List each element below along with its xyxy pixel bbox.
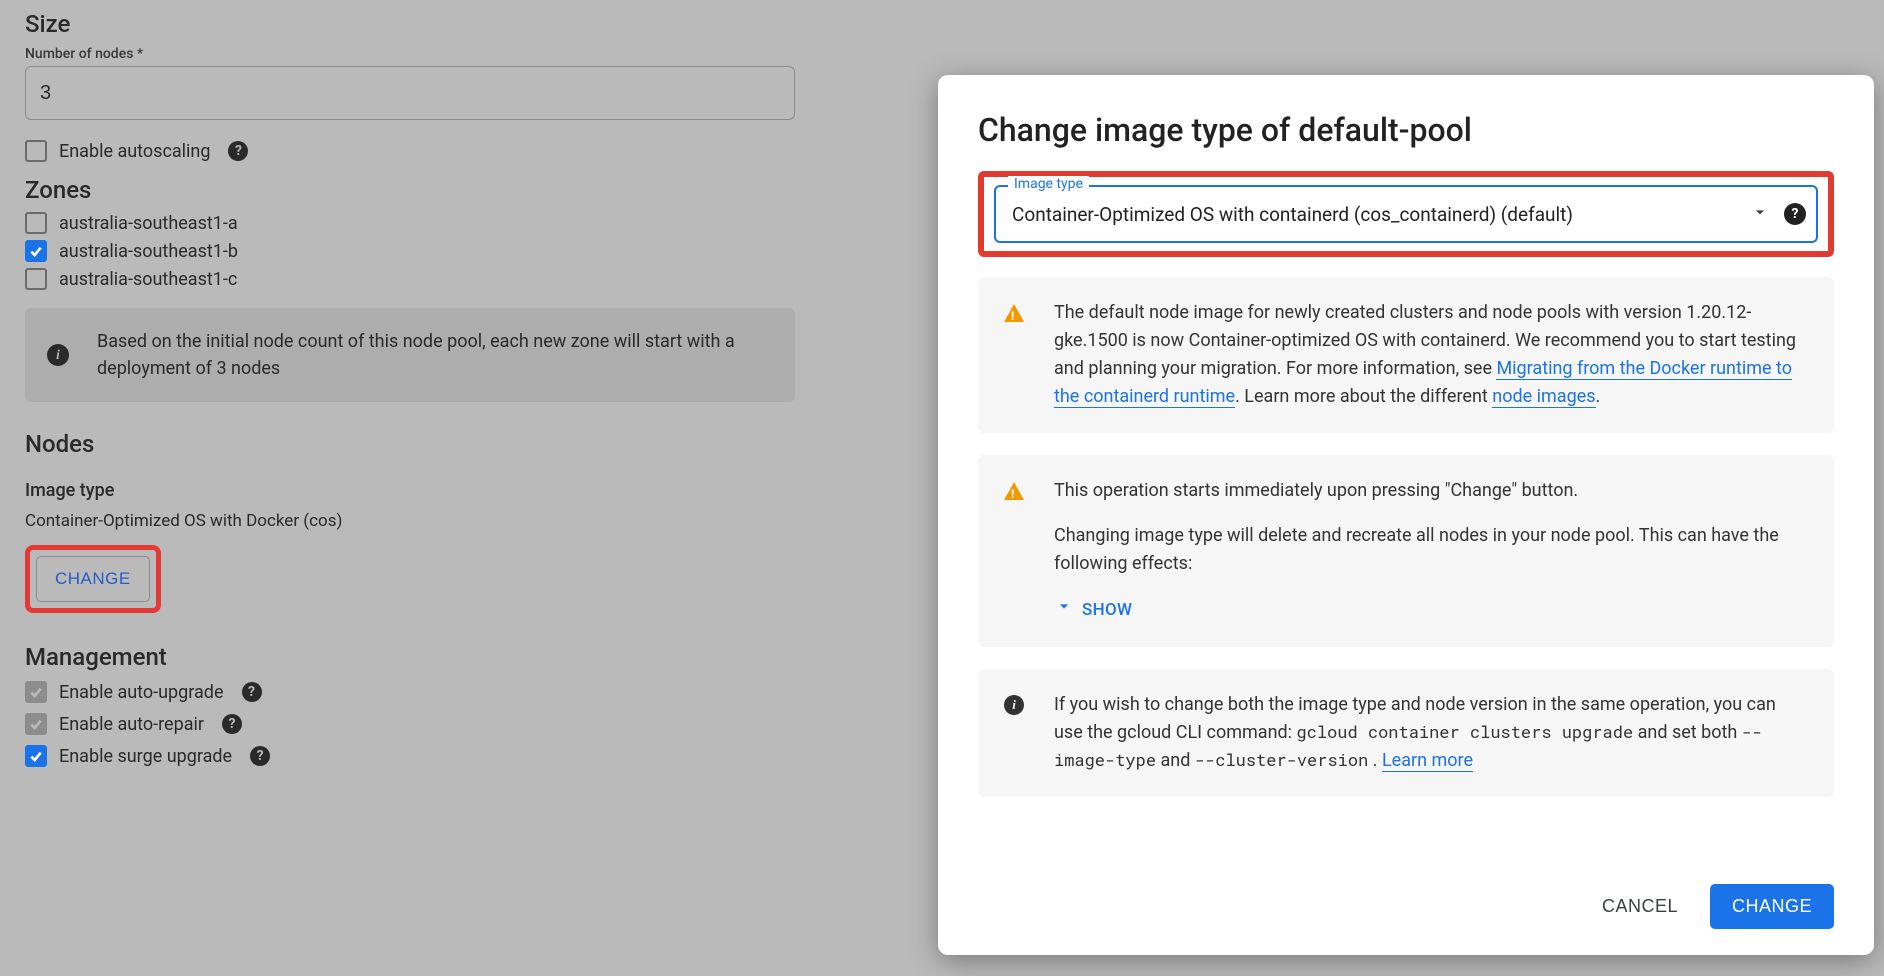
help-icon[interactable]: ? — [1784, 203, 1806, 225]
zones-heading: Zones — [25, 176, 812, 204]
auto-repair-checkbox — [25, 713, 47, 735]
auto-upgrade-label: Enable auto-upgrade — [59, 682, 224, 703]
zone-b-label: australia-southeast1-b — [59, 241, 238, 262]
image-type-value: Container-Optimized OS with Docker (cos) — [25, 511, 812, 531]
image-type-label: Image type — [25, 480, 812, 501]
zone-info-text: Based on the initial node count of this … — [97, 328, 773, 382]
gcloud-tip-box: i If you wish to change both the image t… — [978, 669, 1834, 797]
surge-upgrade-checkbox[interactable] — [25, 745, 47, 767]
size-heading: Size — [25, 10, 812, 38]
recreate-warning-box: This operation starts immediately upon p… — [978, 455, 1834, 648]
enable-autoscaling-checkbox[interactable] — [25, 140, 47, 162]
change-confirm-button[interactable]: CHANGE — [1710, 884, 1834, 929]
chevron-down-icon — [1750, 202, 1770, 226]
dialog-title: Change image type of default-pool — [978, 111, 1834, 149]
management-heading: Management — [25, 643, 812, 671]
image-type-select-label: Image type — [1008, 176, 1089, 192]
learn-more-link[interactable]: Learn more — [1382, 750, 1473, 772]
cli-flag: --cluster-version — [1195, 748, 1368, 771]
show-effects-toggle[interactable]: SHOW — [1054, 596, 1132, 624]
info-icon: i — [47, 344, 69, 366]
gcloud-tip-text: If you wish to change both the image typ… — [1054, 691, 1808, 775]
node-pool-settings-page: Size Number of nodes * Enable autoscalin… — [0, 0, 812, 976]
image-type-select[interactable]: Image type Container-Optimized OS with c… — [994, 185, 1818, 243]
annotation-highlight: CHANGE — [25, 545, 161, 613]
help-icon[interactable]: ? — [228, 141, 248, 161]
migration-warning-box: The default node image for newly created… — [978, 277, 1834, 433]
zone-a-checkbox[interactable] — [25, 212, 47, 234]
nodes-heading: Nodes — [25, 430, 812, 458]
enable-autoscaling-label: Enable autoscaling — [59, 141, 210, 162]
warning-icon — [1004, 481, 1024, 626]
help-icon[interactable]: ? — [250, 746, 270, 766]
zone-info-panel: i Based on the initial node count of thi… — [25, 308, 795, 402]
number-of-nodes-input[interactable] — [25, 66, 795, 120]
warning-icon — [1004, 303, 1024, 411]
change-image-type-button[interactable]: CHANGE — [36, 556, 150, 602]
recreate-warning-text: This operation starts immediately upon p… — [1054, 477, 1808, 626]
annotation-highlight: Image type Container-Optimized OS with c… — [978, 171, 1834, 257]
help-icon[interactable]: ? — [242, 682, 262, 702]
migration-warning-text: The default node image for newly created… — [1054, 299, 1808, 411]
auto-upgrade-checkbox — [25, 681, 47, 703]
cancel-button[interactable]: CANCEL — [1588, 886, 1692, 927]
info-icon: i — [1004, 695, 1024, 715]
zone-b-checkbox[interactable] — [25, 240, 47, 262]
chevron-down-icon — [1054, 596, 1074, 624]
help-icon[interactable]: ? — [222, 714, 242, 734]
auto-repair-label: Enable auto-repair — [59, 714, 204, 735]
change-image-type-dialog: Change image type of default-pool Image … — [938, 75, 1874, 955]
node-images-link[interactable]: node images — [1492, 386, 1595, 408]
zone-a-label: australia-southeast1-a — [59, 213, 238, 234]
zone-c-label: australia-southeast1-c — [59, 269, 237, 290]
zone-c-checkbox[interactable] — [25, 268, 47, 290]
surge-upgrade-label: Enable surge upgrade — [59, 746, 232, 767]
image-type-select-value: Container-Optimized OS with containerd (… — [996, 203, 1750, 226]
cli-command: gcloud container clusters upgrade — [1296, 720, 1633, 743]
number-of-nodes-label: Number of nodes * — [25, 46, 812, 62]
